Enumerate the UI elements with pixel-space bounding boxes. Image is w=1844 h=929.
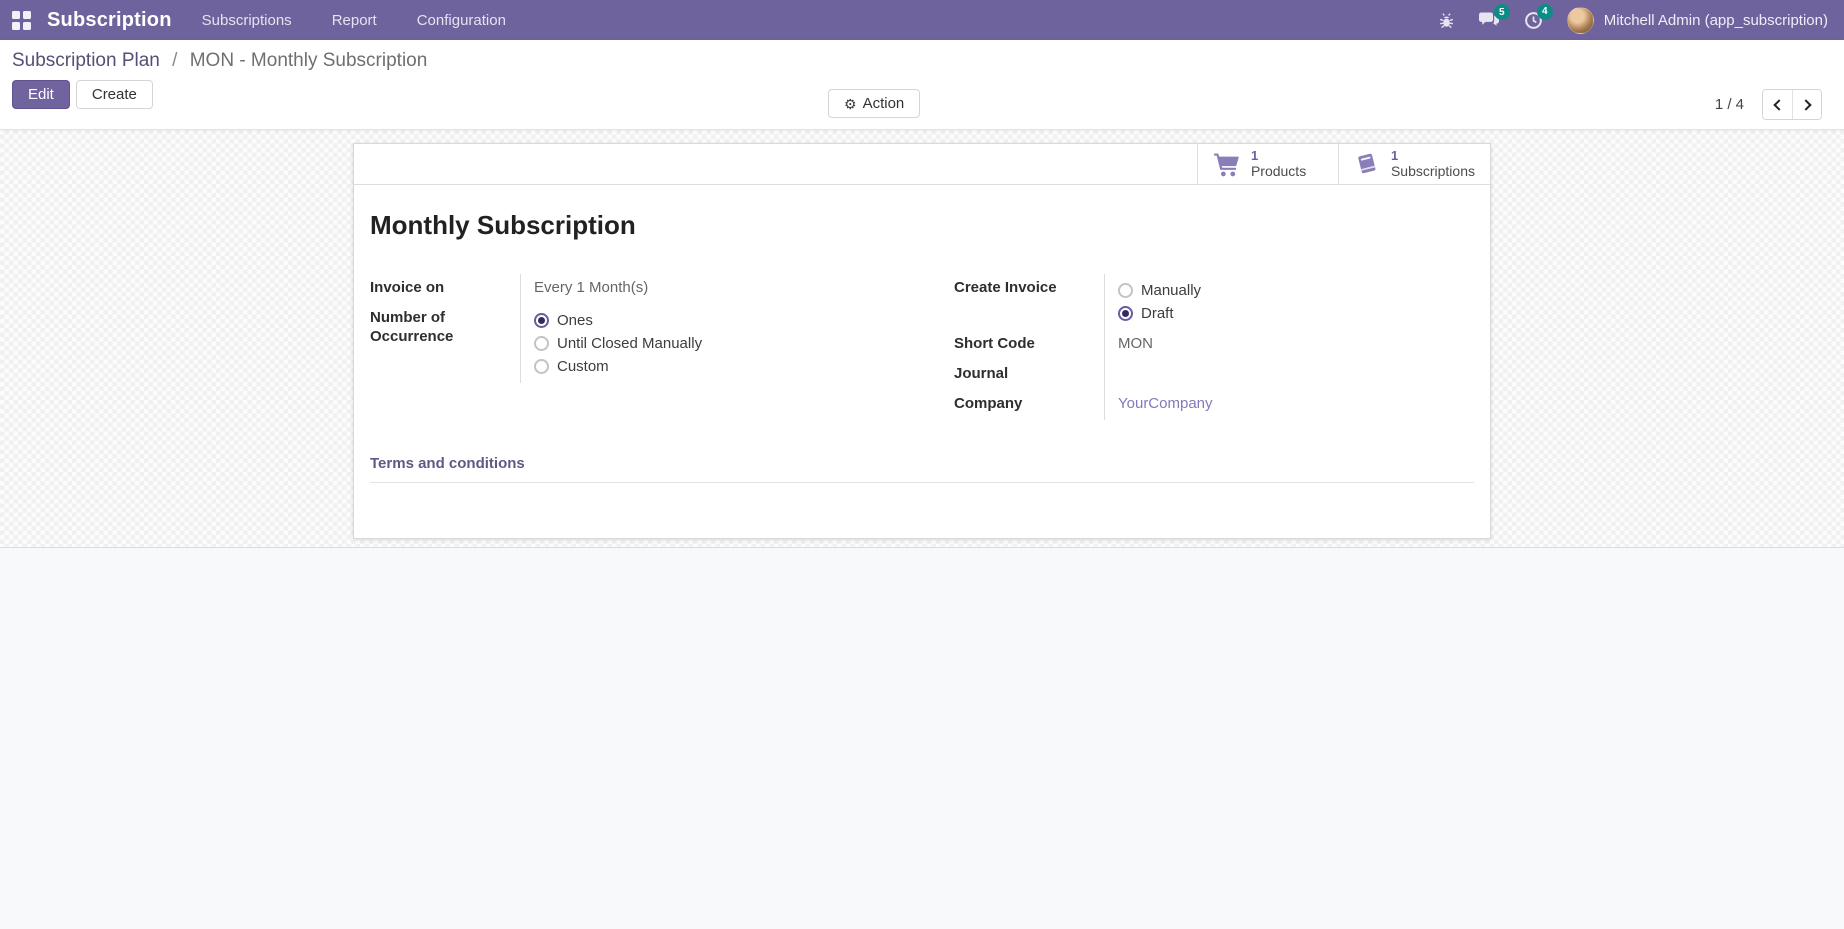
pager-previous-button[interactable] <box>1763 90 1792 119</box>
create-invoice-label: Create Invoice <box>954 274 1104 330</box>
field-group: Invoice on Every 1 Month(s) Number of Oc… <box>370 274 1474 420</box>
journal-label: Journal <box>954 360 1104 390</box>
book-icon <box>1354 151 1380 177</box>
stat-button-products[interactable]: 1 Products <box>1197 144 1338 184</box>
menu-configuration[interactable]: Configuration <box>417 12 506 29</box>
company-link[interactable]: YourCompany <box>1118 395 1213 412</box>
radio-button <box>1118 306 1133 321</box>
messages-badge: 5 <box>1494 4 1510 20</box>
company-label: Company <box>954 390 1104 420</box>
field-journal: Journal <box>954 360 1474 390</box>
breadcrumb-separator: / <box>172 50 177 71</box>
field-create-invoice: Create Invoice Manually Draft <box>954 274 1474 330</box>
chevron-right-icon <box>1800 99 1811 110</box>
messages-icon[interactable]: 5 <box>1479 11 1500 29</box>
notebook-tabs: Terms and conditions <box>370 455 1474 483</box>
chevron-left-icon <box>1773 99 1784 110</box>
edit-button[interactable]: Edit <box>12 80 70 109</box>
debug-bug-icon[interactable] <box>1438 12 1455 29</box>
journal-value <box>1104 360 1474 390</box>
action-button-label: Action <box>863 95 905 112</box>
pager: 1 / 4 <box>1715 89 1822 120</box>
control-panel-buttons: Edit Create <box>12 80 1830 109</box>
app-name[interactable]: Subscription <box>47 9 172 32</box>
gear-icon: ⚙ <box>844 97 857 111</box>
form-view-background: 1 Products 1 Subscriptions <box>0 130 1844 547</box>
user-name: Mitchell Admin (app_subscription) <box>1604 12 1828 29</box>
field-column-left: Invoice on Every 1 Month(s) Number of Oc… <box>370 274 890 420</box>
form-sheet: 1 Products 1 Subscriptions <box>353 143 1491 539</box>
short-code-label: Short Code <box>954 330 1104 360</box>
pager-next-button[interactable] <box>1792 90 1821 119</box>
radio-button <box>534 336 549 351</box>
user-menu[interactable]: Mitchell Admin (app_subscription) <box>1567 7 1828 34</box>
breadcrumb: Subscription Plan / MON - Monthly Subscr… <box>12 50 1830 72</box>
cart-icon <box>1213 152 1240 177</box>
subscriptions-label: Subscriptions <box>1391 163 1475 180</box>
page-footer-space <box>0 547 1844 929</box>
breadcrumb-parent[interactable]: Subscription Plan <box>12 50 160 71</box>
stat-button-box: 1 Products 1 Subscriptions <box>354 144 1490 185</box>
radio-manually[interactable]: Manually <box>1118 279 1474 302</box>
apps-menu-icon[interactable] <box>12 11 31 30</box>
occurrence-label: Number of Occurrence <box>370 304 520 383</box>
avatar <box>1567 7 1594 34</box>
radio-until-closed-manually[interactable]: Until Closed Manually <box>534 332 890 355</box>
short-code-value: MON <box>1104 330 1474 360</box>
invoice-on-label: Invoice on <box>370 274 520 304</box>
create-button[interactable]: Create <box>76 80 153 109</box>
field-invoice-on: Invoice on Every 1 Month(s) <box>370 274 890 304</box>
radio-custom[interactable]: Custom <box>534 355 890 378</box>
topbar-right: 5 4 Mitchell Admin (app_subscription) <box>1438 7 1828 34</box>
menu-subscriptions[interactable]: Subscriptions <box>202 12 292 29</box>
menu-report[interactable]: Report <box>332 12 377 29</box>
create-invoice-radio-group: Manually Draft <box>1104 274 1474 330</box>
pager-buttons <box>1762 89 1822 120</box>
top-menu: Subscriptions Report Configuration <box>202 12 506 29</box>
record-title: Monthly Subscription <box>370 210 1474 241</box>
invoice-on-value: Every 1 Month(s) <box>520 274 890 304</box>
subscriptions-count: 1 <box>1391 148 1475 164</box>
field-short-code: Short Code MON <box>954 330 1474 360</box>
pager-count: 1 / 4 <box>1715 96 1744 113</box>
radio-draft[interactable]: Draft <box>1118 302 1474 325</box>
products-count: 1 <box>1251 148 1306 164</box>
field-column-right: Create Invoice Manually Draft <box>954 274 1474 420</box>
field-company: Company YourCompany <box>954 390 1474 420</box>
activities-clock-icon[interactable]: 4 <box>1524 11 1543 30</box>
breadcrumb-current: MON - Monthly Subscription <box>190 50 428 71</box>
tab-terms-and-conditions[interactable]: Terms and conditions <box>370 455 525 482</box>
radio-button <box>534 313 549 328</box>
radio-ones[interactable]: Ones <box>534 309 890 332</box>
radio-button <box>1118 283 1133 298</box>
stat-button-subscriptions[interactable]: 1 Subscriptions <box>1338 144 1490 184</box>
action-button[interactable]: ⚙ Action <box>828 89 920 118</box>
radio-button <box>534 359 549 374</box>
control-panel: Subscription Plan / MON - Monthly Subscr… <box>0 40 1844 130</box>
occurrence-radio-group: Ones Until Closed Manually Custom <box>520 304 890 383</box>
field-number-of-occurrence: Number of Occurrence Ones Until Closed M… <box>370 304 890 383</box>
top-navbar: Subscription Subscriptions Report Config… <box>0 0 1844 40</box>
activities-badge: 4 <box>1537 4 1553 20</box>
products-label: Products <box>1251 163 1306 180</box>
